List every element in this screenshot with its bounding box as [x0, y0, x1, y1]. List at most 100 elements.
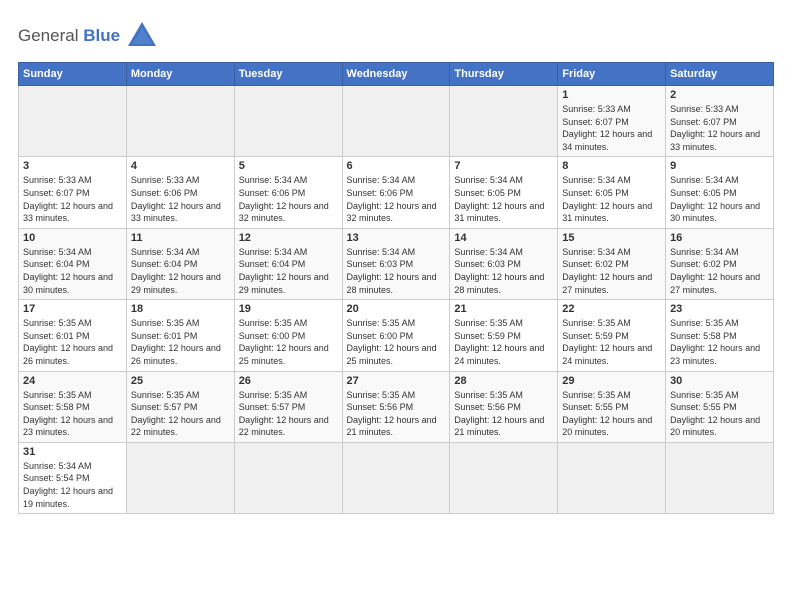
- day-info: Sunrise: 5:35 AMSunset: 5:58 PMDaylight:…: [670, 317, 769, 367]
- calendar-week-2: 3Sunrise: 5:33 AMSunset: 6:07 PMDaylight…: [19, 157, 774, 228]
- day-info: Sunrise: 5:35 AMSunset: 5:56 PMDaylight:…: [347, 389, 446, 439]
- calendar-week-6: 31Sunrise: 5:34 AMSunset: 5:54 PMDayligh…: [19, 442, 774, 513]
- calendar-cell: 17Sunrise: 5:35 AMSunset: 6:01 PMDayligh…: [19, 300, 127, 371]
- calendar-cell: 7 Sunrise: 5:34 AMSunset: 6:05 PMDaylight…: [450, 157, 558, 228]
- day-number: 23: [670, 303, 769, 315]
- calendar-cell: 14Sunrise: 5:34 AMSunset: 6:03 PMDayligh…: [450, 228, 558, 299]
- day-info: Sunrise: 5:35 AMSunset: 5:57 PMDaylight:…: [131, 389, 230, 439]
- calendar-cell: 25Sunrise: 5:35 AMSunset: 5:57 PMDayligh…: [126, 371, 234, 442]
- day-number: 4: [131, 160, 230, 172]
- calendar-header-row: SundayMondayTuesdayWednesdayThursdayFrid…: [19, 63, 774, 86]
- day-info: Sunrise: 5:33 AMSunset: 6:06 PMDaylight:…: [131, 174, 230, 224]
- calendar-cell: 27 Sunrise: 5:35 AMSunset: 5:56 PMDayligh…: [342, 371, 450, 442]
- col-header-sunday: Sunday: [19, 63, 127, 86]
- calendar-cell: 2Sunrise: 5:33 AMSunset: 6:07 PMDaylight…: [666, 86, 774, 157]
- header: General Blue: [18, 18, 774, 54]
- day-number: 9: [670, 160, 769, 172]
- day-info: Sunrise: 5:34 AMSunset: 6:06 PMDaylight:…: [347, 174, 446, 224]
- calendar-cell: [558, 442, 666, 513]
- page: General Blue SundayMondayTuesdayWednesda…: [0, 0, 792, 612]
- day-info: Sunrise: 5:35 AMSunset: 6:01 PMDaylight:…: [23, 317, 122, 367]
- day-info: Sunrise: 5:35 AMSunset: 5:57 PMDaylight:…: [239, 389, 338, 439]
- col-header-saturday: Saturday: [666, 63, 774, 86]
- day-number: 15: [562, 232, 661, 244]
- calendar-cell: 21Sunrise: 5:35 AMSunset: 5:59 PMDayligh…: [450, 300, 558, 371]
- calendar-cell: 30 Sunrise: 5:35 AMSunset: 5:55 PMDayligh…: [666, 371, 774, 442]
- day-number: 12: [239, 232, 338, 244]
- calendar-cell: 29 Sunrise: 5:35 AMSunset: 5:55 PMDayligh…: [558, 371, 666, 442]
- day-number: 7: [454, 160, 553, 172]
- day-info: Sunrise: 5:35 AMSunset: 5:55 PMDaylight:…: [670, 389, 769, 439]
- day-number: 2: [670, 89, 769, 101]
- calendar-cell: 9 Sunrise: 5:34 AMSunset: 6:05 PMDaylight…: [666, 157, 774, 228]
- day-number: 13: [347, 232, 446, 244]
- calendar-cell: 11Sunrise: 5:34 AMSunset: 6:04 PMDayligh…: [126, 228, 234, 299]
- day-info: Sunrise: 5:35 AMSunset: 5:58 PMDaylight:…: [23, 389, 122, 439]
- day-info: Sunrise: 5:35 AMSunset: 6:01 PMDaylight:…: [131, 317, 230, 367]
- calendar-cell: 6 Sunrise: 5:34 AMSunset: 6:06 PMDaylight…: [342, 157, 450, 228]
- calendar-cell: 26 Sunrise: 5:35 AMSunset: 5:57 PMDayligh…: [234, 371, 342, 442]
- day-info: Sunrise: 5:34 AMSunset: 6:03 PMDaylight:…: [347, 246, 446, 296]
- day-info: Sunrise: 5:34 AMSunset: 6:02 PMDaylight:…: [562, 246, 661, 296]
- day-info: Sunrise: 5:34 AMSunset: 6:05 PMDaylight:…: [562, 174, 661, 224]
- day-info: Sunrise: 5:34 AMSunset: 6:05 PMDaylight:…: [670, 174, 769, 224]
- day-info: Sunrise: 5:35 AMSunset: 5:55 PMDaylight:…: [562, 389, 661, 439]
- calendar-cell: 3Sunrise: 5:33 AMSunset: 6:07 PMDaylight…: [19, 157, 127, 228]
- calendar-cell: 5Sunrise: 5:34 AMSunset: 6:06 PMDaylight…: [234, 157, 342, 228]
- calendar-week-3: 10 Sunrise: 5:34 AMSunset: 6:04 PMDayligh…: [19, 228, 774, 299]
- day-info: Sunrise: 5:34 AMSunset: 6:03 PMDaylight:…: [454, 246, 553, 296]
- calendar-week-4: 17Sunrise: 5:35 AMSunset: 6:01 PMDayligh…: [19, 300, 774, 371]
- day-number: 26: [239, 375, 338, 387]
- day-info: Sunrise: 5:35 AMSunset: 6:00 PMDaylight:…: [347, 317, 446, 367]
- day-info: Sunrise: 5:35 AMSunset: 5:59 PMDaylight:…: [454, 317, 553, 367]
- calendar-week-5: 24 Sunrise: 5:35 AMSunset: 5:58 PMDayligh…: [19, 371, 774, 442]
- day-info: Sunrise: 5:34 AMSunset: 6:04 PMDaylight:…: [239, 246, 338, 296]
- calendar-cell: [234, 86, 342, 157]
- calendar-cell: 16Sunrise: 5:34 AMSunset: 6:02 PMDayligh…: [666, 228, 774, 299]
- calendar-week-1: 1 Sunrise: 5:33 AMSunset: 6:07 PMDaylight…: [19, 86, 774, 157]
- day-info: Sunrise: 5:35 AMSunset: 5:59 PMDaylight:…: [562, 317, 661, 367]
- calendar-cell: 8 Sunrise: 5:34 AMSunset: 6:05 PMDaylight…: [558, 157, 666, 228]
- day-info: Sunrise: 5:34 AMSunset: 6:04 PMDaylight:…: [131, 246, 230, 296]
- calendar-cell: [342, 86, 450, 157]
- calendar-cell: 15 Sunrise: 5:34 AMSunset: 6:02 PMDayligh…: [558, 228, 666, 299]
- day-number: 10: [23, 232, 122, 244]
- calendar-cell: 18Sunrise: 5:35 AMSunset: 6:01 PMDayligh…: [126, 300, 234, 371]
- calendar-cell: [234, 442, 342, 513]
- calendar-cell: 1 Sunrise: 5:33 AMSunset: 6:07 PMDaylight…: [558, 86, 666, 157]
- day-info: Sunrise: 5:34 AMSunset: 6:06 PMDaylight:…: [239, 174, 338, 224]
- day-number: 20: [347, 303, 446, 315]
- calendar-cell: 22 Sunrise: 5:35 AMSunset: 5:59 PMDayligh…: [558, 300, 666, 371]
- calendar-cell: [126, 442, 234, 513]
- calendar-cell: 23 Sunrise: 5:35 AMSunset: 5:58 PMDayligh…: [666, 300, 774, 371]
- calendar-cell: [450, 442, 558, 513]
- calendar-cell: 13 Sunrise: 5:34 AMSunset: 6:03 PMDayligh…: [342, 228, 450, 299]
- day-info: Sunrise: 5:33 AMSunset: 6:07 PMDaylight:…: [562, 103, 661, 153]
- col-header-tuesday: Tuesday: [234, 63, 342, 86]
- day-info: Sunrise: 5:34 AMSunset: 6:05 PMDaylight:…: [454, 174, 553, 224]
- day-number: 16: [670, 232, 769, 244]
- col-header-thursday: Thursday: [450, 63, 558, 86]
- day-info: Sunrise: 5:34 AMSunset: 6:04 PMDaylight:…: [23, 246, 122, 296]
- day-number: 8: [562, 160, 661, 172]
- calendar-table: SundayMondayTuesdayWednesdayThursdayFrid…: [18, 62, 774, 514]
- day-number: 24: [23, 375, 122, 387]
- col-header-monday: Monday: [126, 63, 234, 86]
- calendar-cell: [126, 86, 234, 157]
- col-header-wednesday: Wednesday: [342, 63, 450, 86]
- calendar-cell: 28Sunrise: 5:35 AMSunset: 5:56 PMDayligh…: [450, 371, 558, 442]
- day-number: 19: [239, 303, 338, 315]
- day-number: 22: [562, 303, 661, 315]
- day-number: 27: [347, 375, 446, 387]
- calendar-cell: [342, 442, 450, 513]
- day-number: 6: [347, 160, 446, 172]
- day-info: Sunrise: 5:35 AMSunset: 6:00 PMDaylight:…: [239, 317, 338, 367]
- day-number: 30: [670, 375, 769, 387]
- day-number: 31: [23, 446, 122, 458]
- day-number: 1: [562, 89, 661, 101]
- logo-text: General Blue: [18, 26, 120, 46]
- logo-icon: [124, 18, 160, 54]
- day-number: 29: [562, 375, 661, 387]
- calendar-cell: 4 Sunrise: 5:33 AMSunset: 6:06 PMDaylight…: [126, 157, 234, 228]
- day-info: Sunrise: 5:33 AMSunset: 6:07 PMDaylight:…: [23, 174, 122, 224]
